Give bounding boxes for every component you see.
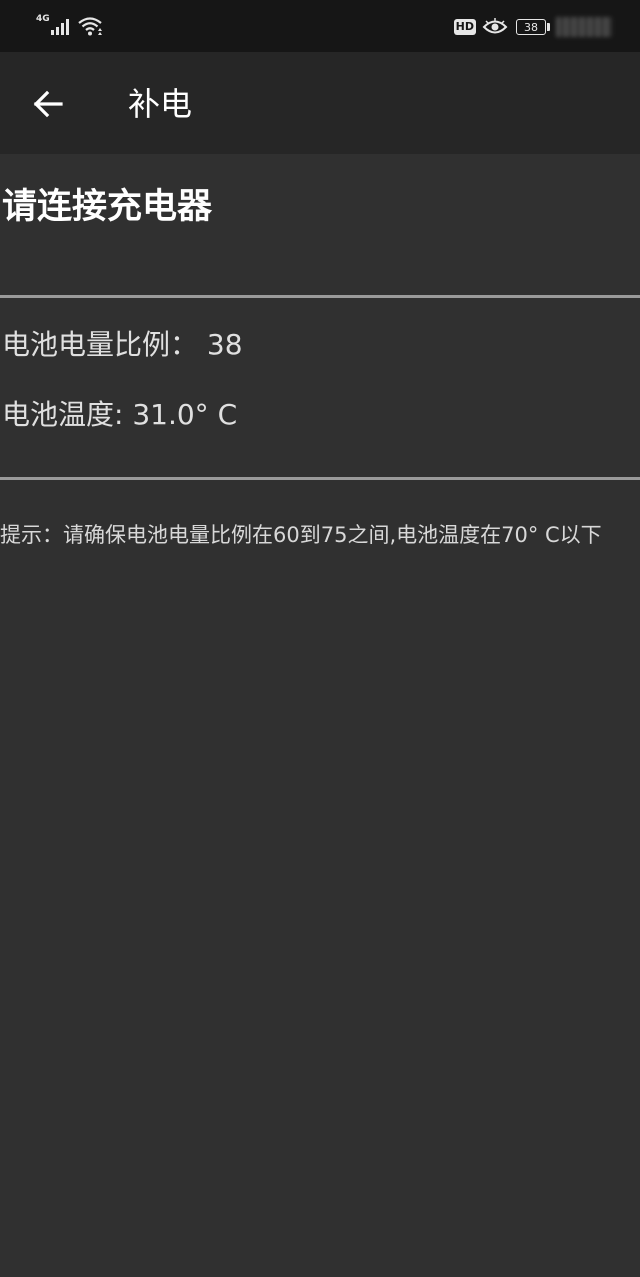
divider-bottom [0,477,640,480]
battery-tip [547,23,550,31]
network-type-label: 4G [36,14,50,24]
battery-icon: 38 [516,19,546,35]
app-bar: 补电 [0,52,640,154]
hd-badge: HD [453,19,476,35]
signal-icon [50,19,69,35]
connect-charger-heading: 请连接充电器 [2,187,213,227]
status-right-group: HD 38 [453,14,612,40]
status-left-group: 4G [36,12,105,40]
clock-blurred [556,17,612,37]
battery-ratio-text: 电池电量比例： 38 [2,328,243,361]
wifi-icon [77,17,102,36]
eye-comfort-icon [482,18,508,34]
back-button[interactable] [24,80,72,128]
page-title: 补电 [128,85,193,123]
divider-top [0,295,640,298]
status-bar: 4G HD 38 [0,0,640,52]
arrow-back-icon [33,90,63,118]
battery-level-label: 38 [524,20,538,34]
hint-text: 提示：请确保电池电量比例在60到75之间,电池温度在70° C以下 [0,523,602,547]
battery-temperature-text: 电池温度: 31.0° C [2,398,238,431]
